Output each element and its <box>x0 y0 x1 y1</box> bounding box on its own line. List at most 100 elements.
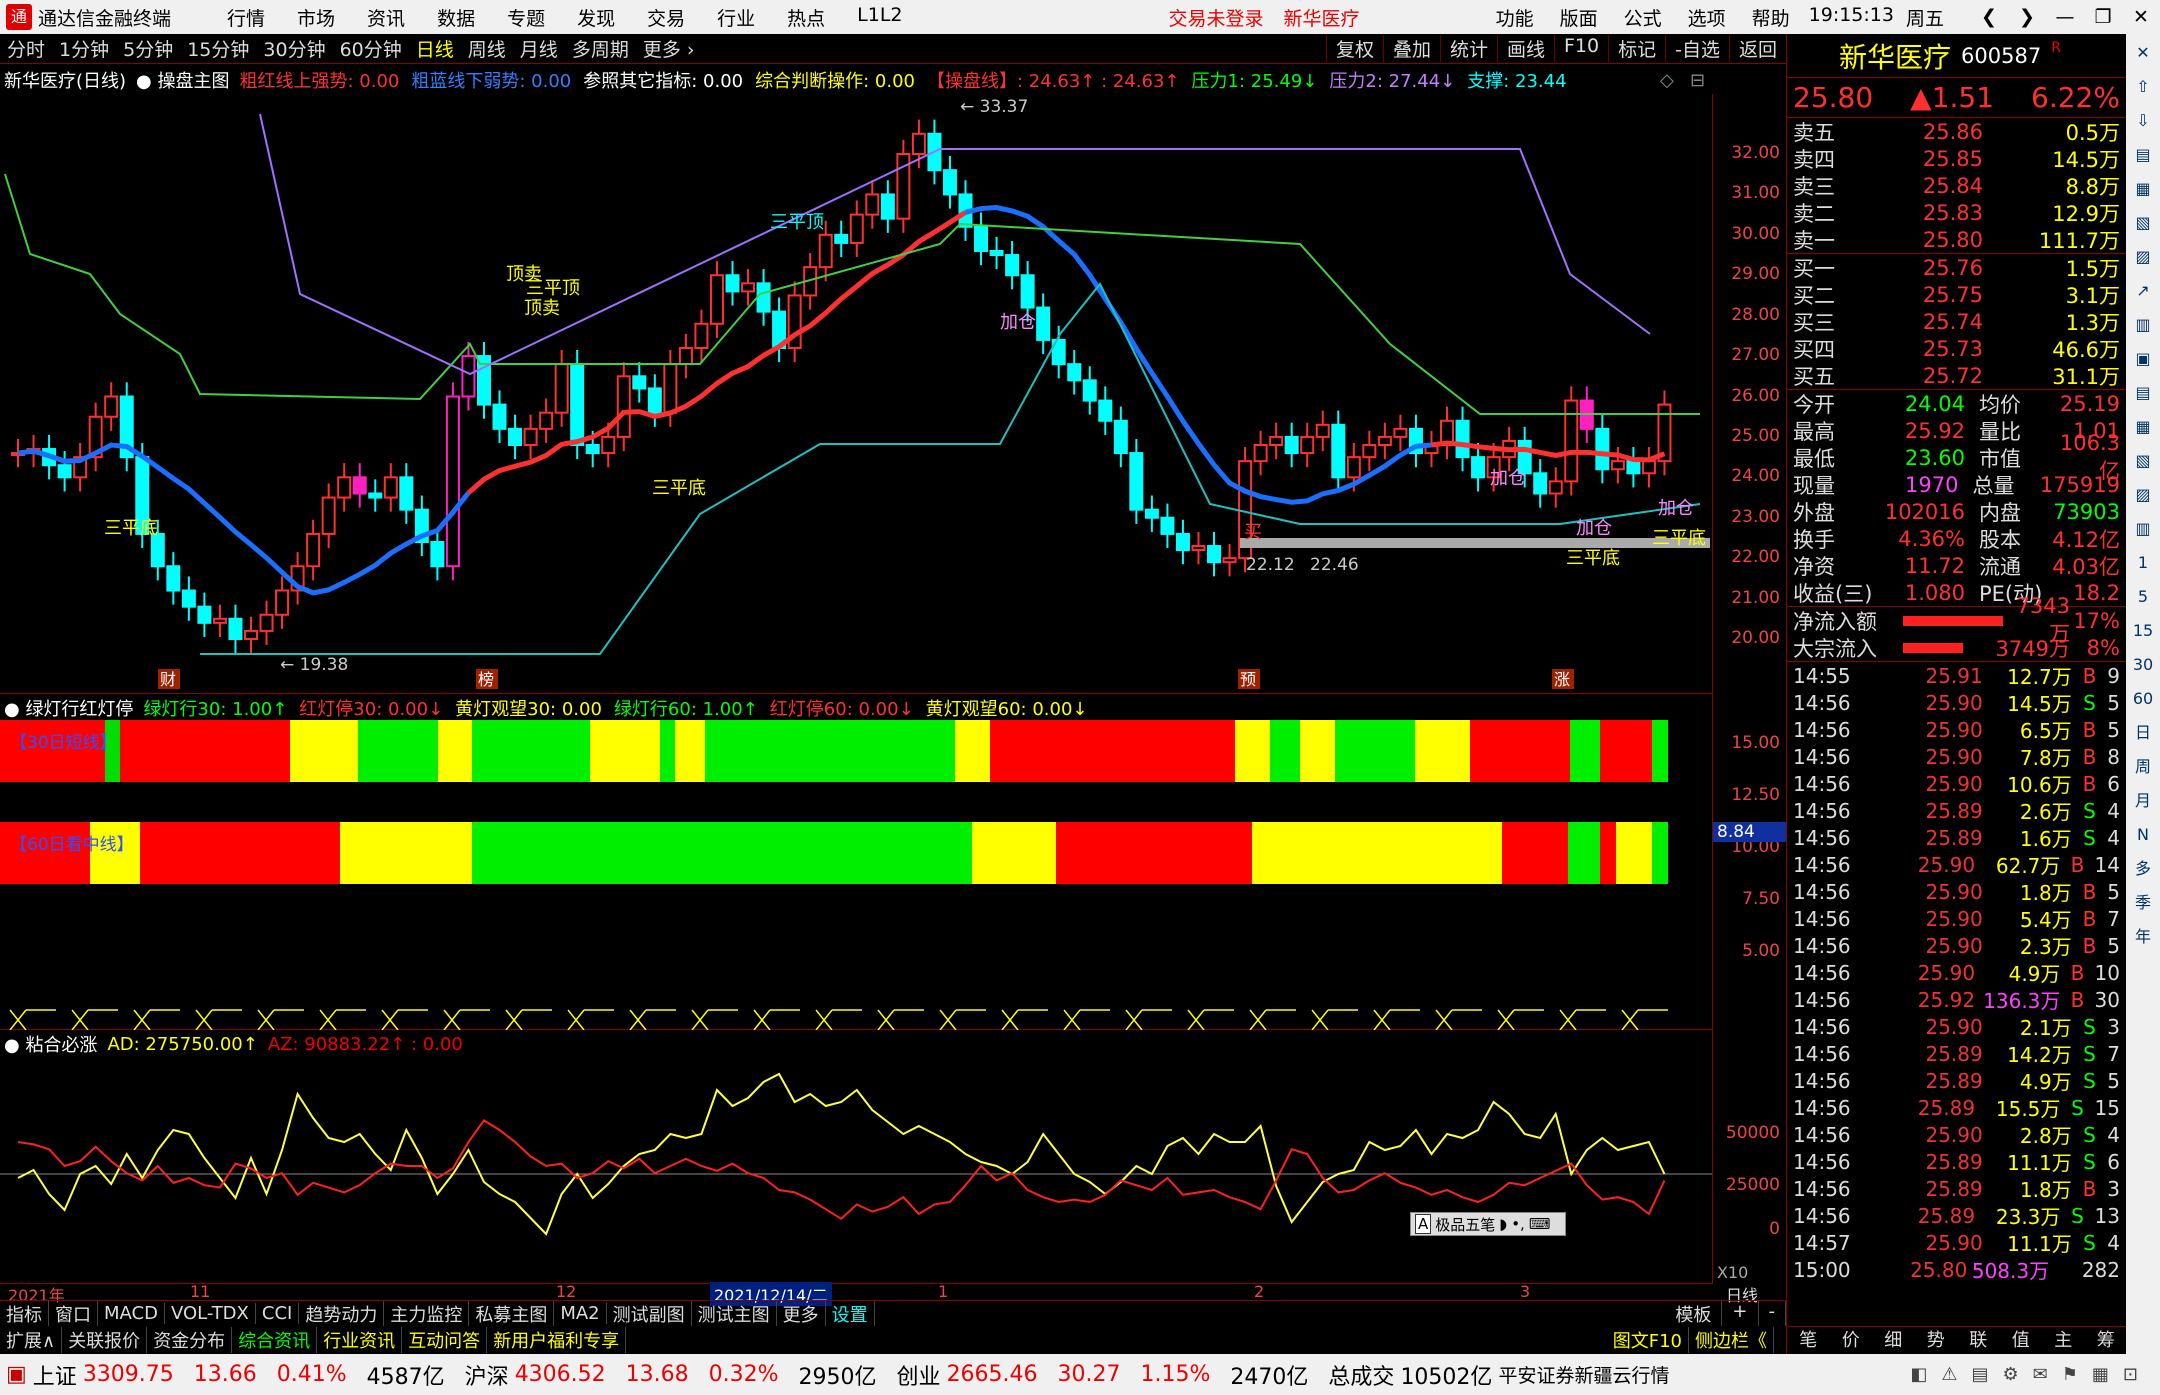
restore-icon[interactable]: ❐ <box>2084 0 2122 34</box>
toolbar-button[interactable]: 画线 <box>1496 35 1554 62</box>
indicator-tab[interactable]: 趋势动力 <box>299 1300 385 1327</box>
forward-icon[interactable]: ❯ <box>2008 0 2046 34</box>
menu-item[interactable]: 功能 <box>1483 4 1547 31</box>
sidebar-tool-icon[interactable]: ▨ <box>2130 482 2156 508</box>
menu-item[interactable]: 交易 <box>631 4 701 31</box>
extension-button[interactable]: 侧边栏《 <box>1689 1327 1774 1353</box>
menu-item[interactable]: L1L2 <box>841 4 918 31</box>
sidebar-tool-icon[interactable]: ▨ <box>2130 244 2156 270</box>
indicator-name[interactable]: ● 粘合必涨 <box>4 1031 97 1057</box>
sidebar-tool-icon[interactable]: ▤ <box>2130 380 2156 406</box>
diamond-icon[interactable]: ◇ <box>1660 70 1674 91</box>
indicator-tab[interactable]: MA2 <box>554 1303 607 1324</box>
keyboard-icon[interactable]: ⌨ <box>1529 1215 1551 1233</box>
indicator-name[interactable]: ● 操盘主图 <box>136 67 229 93</box>
light-panel[interactable]: 【30日短线】 【60日看中线】 <box>0 720 1712 1030</box>
menu-item[interactable]: 市场 <box>281 4 351 31</box>
indicator-tab[interactable]: 更多 <box>777 1300 826 1327</box>
period-button[interactable]: 30分钟 <box>256 35 332 62</box>
extension-tab[interactable]: 扩展∧ <box>0 1327 63 1353</box>
candlestick-chart[interactable]: ← 33.37← 19.3822.12 22.46三平底三平底三平底三平底顶卖三平… <box>0 94 1712 694</box>
quote-tab[interactable]: 势 <box>1915 1327 1958 1354</box>
sidebar-tool-icon[interactable]: ▧ <box>2130 210 2156 236</box>
period-button[interactable]: 多周期 <box>565 35 636 62</box>
menu-item[interactable]: 行业 <box>701 4 771 31</box>
indicator-tab[interactable]: CCI <box>256 1303 300 1324</box>
index-name[interactable]: 沪深 <box>465 1359 509 1391</box>
menu-item[interactable]: 数据 <box>421 4 491 31</box>
period-button[interactable]: 5分钟 <box>116 35 180 62</box>
ad-line-chart[interactable] <box>0 1056 1712 1284</box>
sidebar-tool-icon[interactable]: ⇩ <box>2130 108 2156 134</box>
menu-item[interactable]: 选项 <box>1675 4 1739 31</box>
index-name[interactable]: 创业 <box>897 1359 941 1391</box>
indicator-tab[interactable]: 设置 <box>826 1300 875 1327</box>
sidebar-tool-icon[interactable]: ▥ <box>2130 516 2156 542</box>
quote-tab[interactable]: 细 <box>1872 1327 1915 1354</box>
menu-item[interactable]: 专题 <box>491 4 561 31</box>
quote-tab[interactable]: 筹 <box>2085 1327 2128 1354</box>
extension-tab[interactable]: 行业资讯 <box>317 1327 403 1353</box>
quote-tab[interactable]: 价 <box>1830 1327 1873 1354</box>
period-button[interactable]: 周线 <box>461 35 513 62</box>
menu-item[interactable]: 热点 <box>771 4 841 31</box>
ad-panel[interactable]: A 极品五笔 ◗ •, ⌨ <box>0 1056 1712 1284</box>
menu-item[interactable]: 帮助 <box>1739 4 1803 31</box>
period-button-active[interactable]: 日线 <box>409 35 461 62</box>
menu-item[interactable]: 行情 <box>211 4 281 31</box>
period-button[interactable]: 15分钟 <box>180 35 256 62</box>
toolbar-button[interactable]: 标记 <box>1608 35 1665 62</box>
close-icon[interactable]: ✕ <box>2122 0 2160 34</box>
tab-control-button[interactable]: 模板 <box>1665 1300 1723 1327</box>
more-button[interactable]: 更多 › <box>636 35 702 62</box>
sidebar-tool-icon[interactable]: ▥ <box>2130 312 2156 338</box>
sidebar-tool-icon[interactable]: ⇧ <box>2130 74 2156 100</box>
sidebar-period-button[interactable]: 1 <box>2130 550 2156 576</box>
sidebar-period-button[interactable]: 年 <box>2130 924 2156 950</box>
main-chart-panel[interactable]: ← 33.37 ← 19.38 22.12 22.46 三平底 三平底 三平底 三平底 顶卖 三平… <box>0 94 1712 694</box>
extension-button[interactable]: 图文F10 <box>1607 1327 1689 1353</box>
indicator-tab[interactable]: 测试副图 <box>607 1300 692 1327</box>
sidebar-period-button[interactable]: 月 <box>2130 788 2156 814</box>
sidebar-period-button[interactable]: 30 <box>2130 652 2156 678</box>
ime-toolbar[interactable]: A 极品五笔 ◗ •, ⌨ <box>1410 1212 1566 1236</box>
sidebar-period-button[interactable]: 15 <box>2130 618 2156 644</box>
menu-item[interactable]: 公式 <box>1611 4 1675 31</box>
toolbar-button[interactable]: F10 <box>1554 35 1608 62</box>
quote-tab[interactable]: 主 <box>2042 1327 2085 1354</box>
sidebar-tool-icon[interactable]: ▤ <box>2130 142 2156 168</box>
period-button[interactable]: 1分钟 <box>52 35 116 62</box>
sidebar-tool-icon[interactable]: ▧ <box>2130 448 2156 474</box>
back-icon[interactable]: ❮ <box>1970 0 2008 34</box>
indicator-tab[interactable]: 主力监控 <box>384 1300 470 1327</box>
collapse-icon[interactable]: ⊟ <box>1690 70 1705 91</box>
indicator-name[interactable]: ● 绿灯行红灯停 <box>4 695 133 721</box>
indicator-tab[interactable]: 指标 <box>0 1300 49 1327</box>
sidebar-tool-icon[interactable]: ▦ <box>2130 176 2156 202</box>
login-status[interactable]: 交易未登录 <box>1159 4 1274 31</box>
quote-tab[interactable]: 值 <box>2000 1327 2043 1354</box>
sidebar-period-button[interactable]: 5 <box>2130 584 2156 610</box>
minimize-icon[interactable]: — <box>2046 0 2084 34</box>
toolbar-button[interactable]: -自选 <box>1665 35 1729 62</box>
tick-list[interactable]: 14:55 25.91 12.7万 B 9 14:56 25.90 14.5万 S 5 14:56 2… <box>1787 662 2126 1284</box>
moon-icon[interactable]: ◗ <box>1499 1215 1507 1233</box>
quote-tab[interactable]: 联 <box>1957 1327 2000 1354</box>
sidebar-tool-icon[interactable]: ✕ <box>2130 40 2156 66</box>
tab-control-button[interactable]: - <box>1759 1300 1786 1327</box>
sidebar-tool-icon[interactable]: ▣ <box>2130 346 2156 372</box>
sidebar-period-button[interactable]: 多 <box>2130 856 2156 882</box>
tab-control-button[interactable]: + <box>1722 1300 1759 1327</box>
toolbar-button[interactable]: 叠加 <box>1382 35 1440 62</box>
sidebar-period-button[interactable]: 60 <box>2130 686 2156 712</box>
indicator-tab[interactable]: 窗口 <box>49 1300 98 1327</box>
indicator-tab[interactable]: VOL-TDX <box>165 1303 256 1324</box>
extension-tab[interactable]: 关联报价 <box>62 1327 148 1353</box>
sidebar-period-button[interactable]: N <box>2130 822 2156 848</box>
sidebar-period-button[interactable]: 日 <box>2130 720 2156 746</box>
extension-tab[interactable]: 资金分布 <box>147 1327 233 1353</box>
indicator-tab[interactable]: 测试主图 <box>692 1300 777 1327</box>
period-button[interactable]: 分时 <box>0 35 52 62</box>
extension-tab[interactable]: 新用户福利专享 <box>487 1327 627 1353</box>
extension-tab[interactable]: 综合资讯 <box>232 1327 318 1353</box>
